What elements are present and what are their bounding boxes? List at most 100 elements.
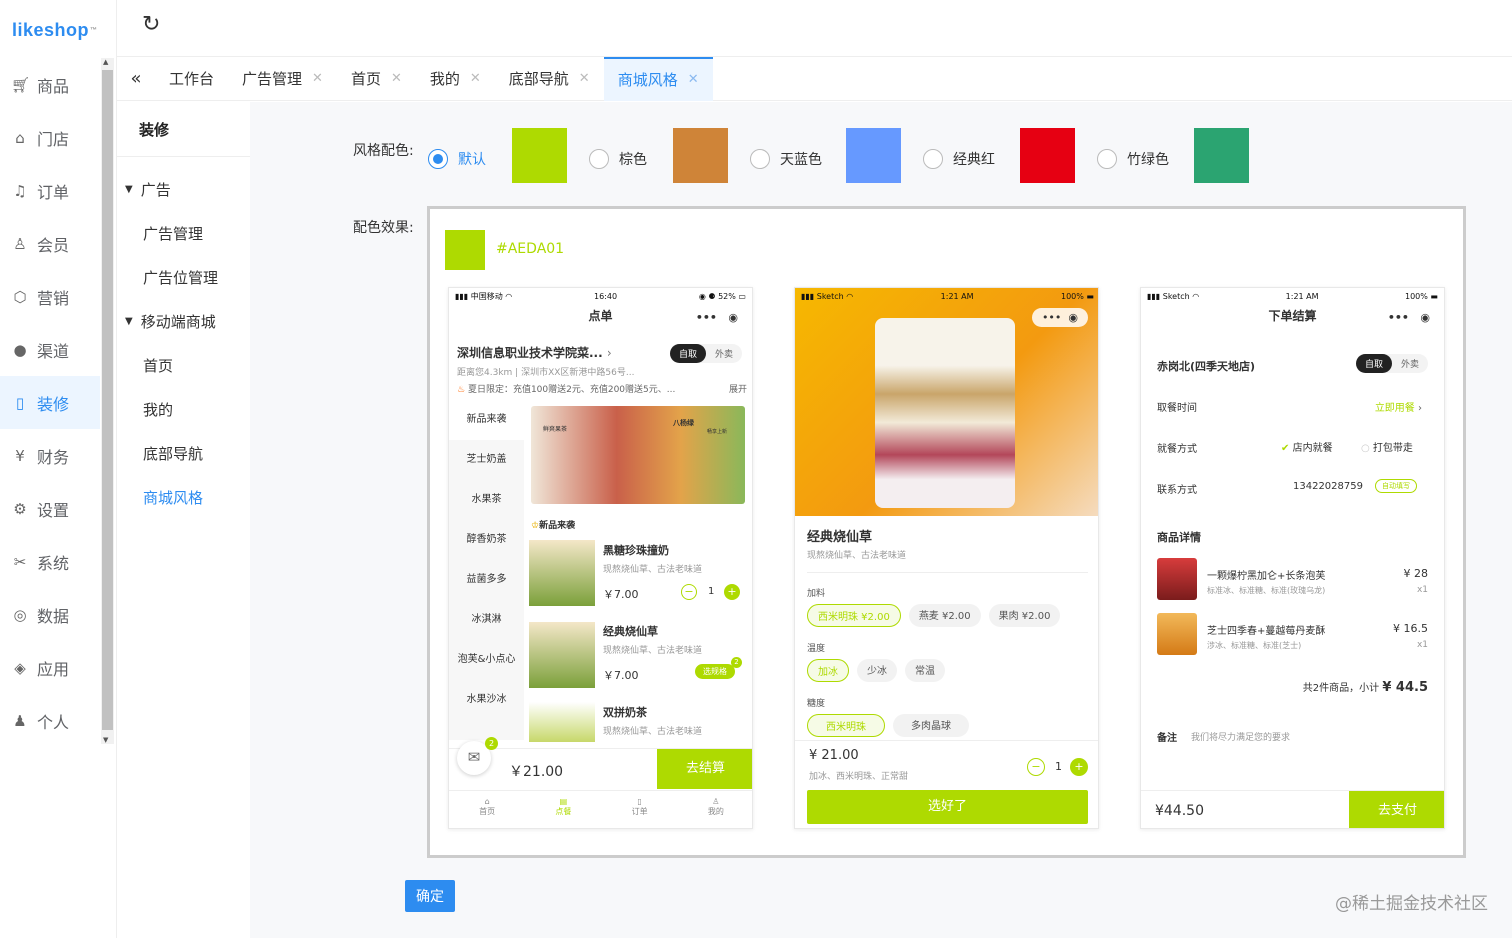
style-option-brown[interactable]: 棕色 [589,149,647,169]
radio[interactable] [923,149,943,169]
sub-item-mine[interactable]: 我的 [117,387,250,431]
category-item[interactable]: 新品来袭 [449,400,524,440]
scrollbar-thumb[interactable] [102,70,113,730]
checkout-button[interactable]: 去结算 [657,749,752,789]
radio[interactable] [750,149,770,169]
close-icon[interactable]: ✕ [391,71,402,86]
bottom-tab-orders[interactable]: ▯ 订单 [632,797,648,828]
mode-switch[interactable]: 自取 外卖 [669,344,742,363]
capsule-icon[interactable]: ••• ◉ [1031,308,1088,327]
dine-in-option[interactable]: ✔ 店内就餐 [1281,439,1333,454]
option-chip[interactable]: 少冰 [857,659,897,682]
option-chip[interactable]: 常温 [905,659,945,682]
confirm-choice-button[interactable]: 选好了 [807,790,1088,824]
capsule-icon[interactable]: ••• ◉ [696,306,738,330]
nav-item-settings[interactable]: ⚙ 设置 [0,482,100,535]
banner-image[interactable]: 鲜爽果茶 八杨绿 畅享上新 [531,406,745,504]
option-chip[interactable]: 西米明珠 [807,714,885,737]
promo-bar[interactable]: ♨ 夏日限定：充值100赠送2元、充值200赠送5元、... 展开 [457,382,747,395]
nav-item-personal[interactable]: ♟ 个人 [0,694,100,747]
group-ad[interactable]: ▼ 广告 [117,167,250,211]
nav-item-decorate[interactable]: ▯ 装修 [0,376,100,429]
pay-button[interactable]: 去支付 [1349,791,1444,828]
category-item[interactable]: 水果茶 [449,480,524,520]
tab-bottom-nav[interactable]: 底部导航 ✕ [495,57,604,101]
takeout-option[interactable]: ○ 打包带走 [1361,439,1413,454]
nav-item-store[interactable]: ⌂ 门店 [0,111,100,164]
plus-icon[interactable]: + [1070,758,1088,776]
style-option-default[interactable]: 默认 [428,149,486,169]
tab-mall-style[interactable]: 商城风格 ✕ [603,56,713,101]
scroll-down-icon[interactable]: ▼ [103,736,108,744]
option-chip[interactable]: 燕麦 ¥2.00 [908,604,981,627]
option-chip[interactable]: 多肉晶球 [893,714,969,737]
category-item[interactable]: 醇香奶茶 [449,520,524,560]
radio[interactable] [428,149,448,169]
spec-button[interactable]: 选规格 [695,664,735,679]
radio[interactable] [1097,149,1117,169]
nav-item-finance[interactable]: ¥ 财务 [0,429,100,482]
color-swatch-skyblue[interactable] [846,128,901,183]
nav-item-data[interactable]: ◎ 数据 [0,588,100,641]
collapse-icon[interactable]: « [117,68,155,89]
sub-item-home[interactable]: 首页 [117,343,250,387]
confirm-button[interactable]: 确定 [405,880,455,912]
time-value[interactable]: 立即用餐 › [1375,399,1422,414]
option-chip[interactable]: 西米明珠 ¥2.00 [807,604,901,627]
option-chip[interactable]: 加冰 [807,659,849,682]
sidebar-scrollbar[interactable]: ▲ ▼ [101,58,114,744]
radio[interactable] [589,149,609,169]
nav-item-system[interactable]: ✂ 系统 [0,535,100,588]
tab-ad-manage[interactable]: 广告管理 ✕ [228,57,337,101]
group-mobile[interactable]: ▼ 移动端商城 [117,299,250,343]
check-icon: ✔ [1281,443,1290,454]
color-swatch-red[interactable] [1020,128,1075,183]
color-swatch-green[interactable] [1194,128,1249,183]
style-option-skyblue[interactable]: 天蓝色 [750,149,822,169]
option-chip[interactable]: 果肉 ¥2.00 [988,604,1061,627]
category-item[interactable]: 冰淇淋 [449,600,524,640]
product-image[interactable] [529,702,595,742]
goods-price: ¥ 16.5 [1393,622,1428,635]
minus-icon[interactable]: − [681,584,697,600]
style-option-green[interactable]: 竹绿色 [1097,149,1169,169]
category-item[interactable]: 泡芙&小点心 [449,640,524,680]
product-image[interactable] [529,540,595,606]
minus-icon[interactable]: − [1027,758,1045,776]
close-icon[interactable]: ✕ [579,71,590,86]
nav-item-apps[interactable]: ◈ 应用 [0,641,100,694]
note-input[interactable]: 我们将尽力满足您的要求 [1191,730,1290,743]
category-item[interactable]: 益菌多多 [449,560,524,600]
sub-item-bottom-nav[interactable]: 底部导航 [117,431,250,475]
color-swatch-brown[interactable] [673,128,728,183]
bottom-tab-order-food[interactable]: ▤ 点餐 [555,797,571,828]
tab-workbench[interactable]: 工作台 [155,57,228,101]
product-image[interactable] [529,622,595,688]
nav-item-order[interactable]: ♫ 订单 [0,164,100,217]
nav-item-goods[interactable]: 🛒︎ 商品 [0,58,100,111]
bottom-tab-home[interactable]: ⌂ 首页 [479,797,495,828]
sub-item-mall-style[interactable]: 商城风格 [117,475,250,519]
nav-item-channel[interactable]: ● 渠道 [0,323,100,376]
store-name[interactable]: 深圳信息职业技术学院菜... › [457,344,612,361]
category-item[interactable]: 水果沙冰 [449,680,524,720]
refresh-icon[interactable]: ↻ [142,12,160,37]
style-option-red[interactable]: 经典红 [923,149,995,169]
sub-item-ad-manage[interactable]: 广告管理 [117,211,250,255]
auto-fill-button[interactable]: 自动填写 [1375,479,1417,493]
capsule-icon[interactable]: ••• ◉ [1388,306,1430,330]
sub-item-ad-position[interactable]: 广告位管理 [117,255,250,299]
bottom-tab-mine[interactable]: ♙ 我的 [708,797,724,828]
color-swatch-default[interactable] [512,128,567,183]
scroll-up-icon[interactable]: ▲ [103,58,108,66]
nav-item-member[interactable]: ♙ 会员 [0,217,100,270]
plus-icon[interactable]: + [724,584,740,600]
close-icon[interactable]: ✕ [470,71,481,86]
tab-mine[interactable]: 我的 ✕ [416,57,495,101]
category-item[interactable]: 芝士奶盖 [449,440,524,480]
mode-switch[interactable]: 自取 外卖 [1355,354,1428,373]
tab-home[interactable]: 首页 ✕ [337,57,416,101]
nav-item-marketing[interactable]: ⬡ 营销 [0,270,100,323]
close-icon[interactable]: ✕ [688,72,699,87]
close-icon[interactable]: ✕ [312,71,323,86]
